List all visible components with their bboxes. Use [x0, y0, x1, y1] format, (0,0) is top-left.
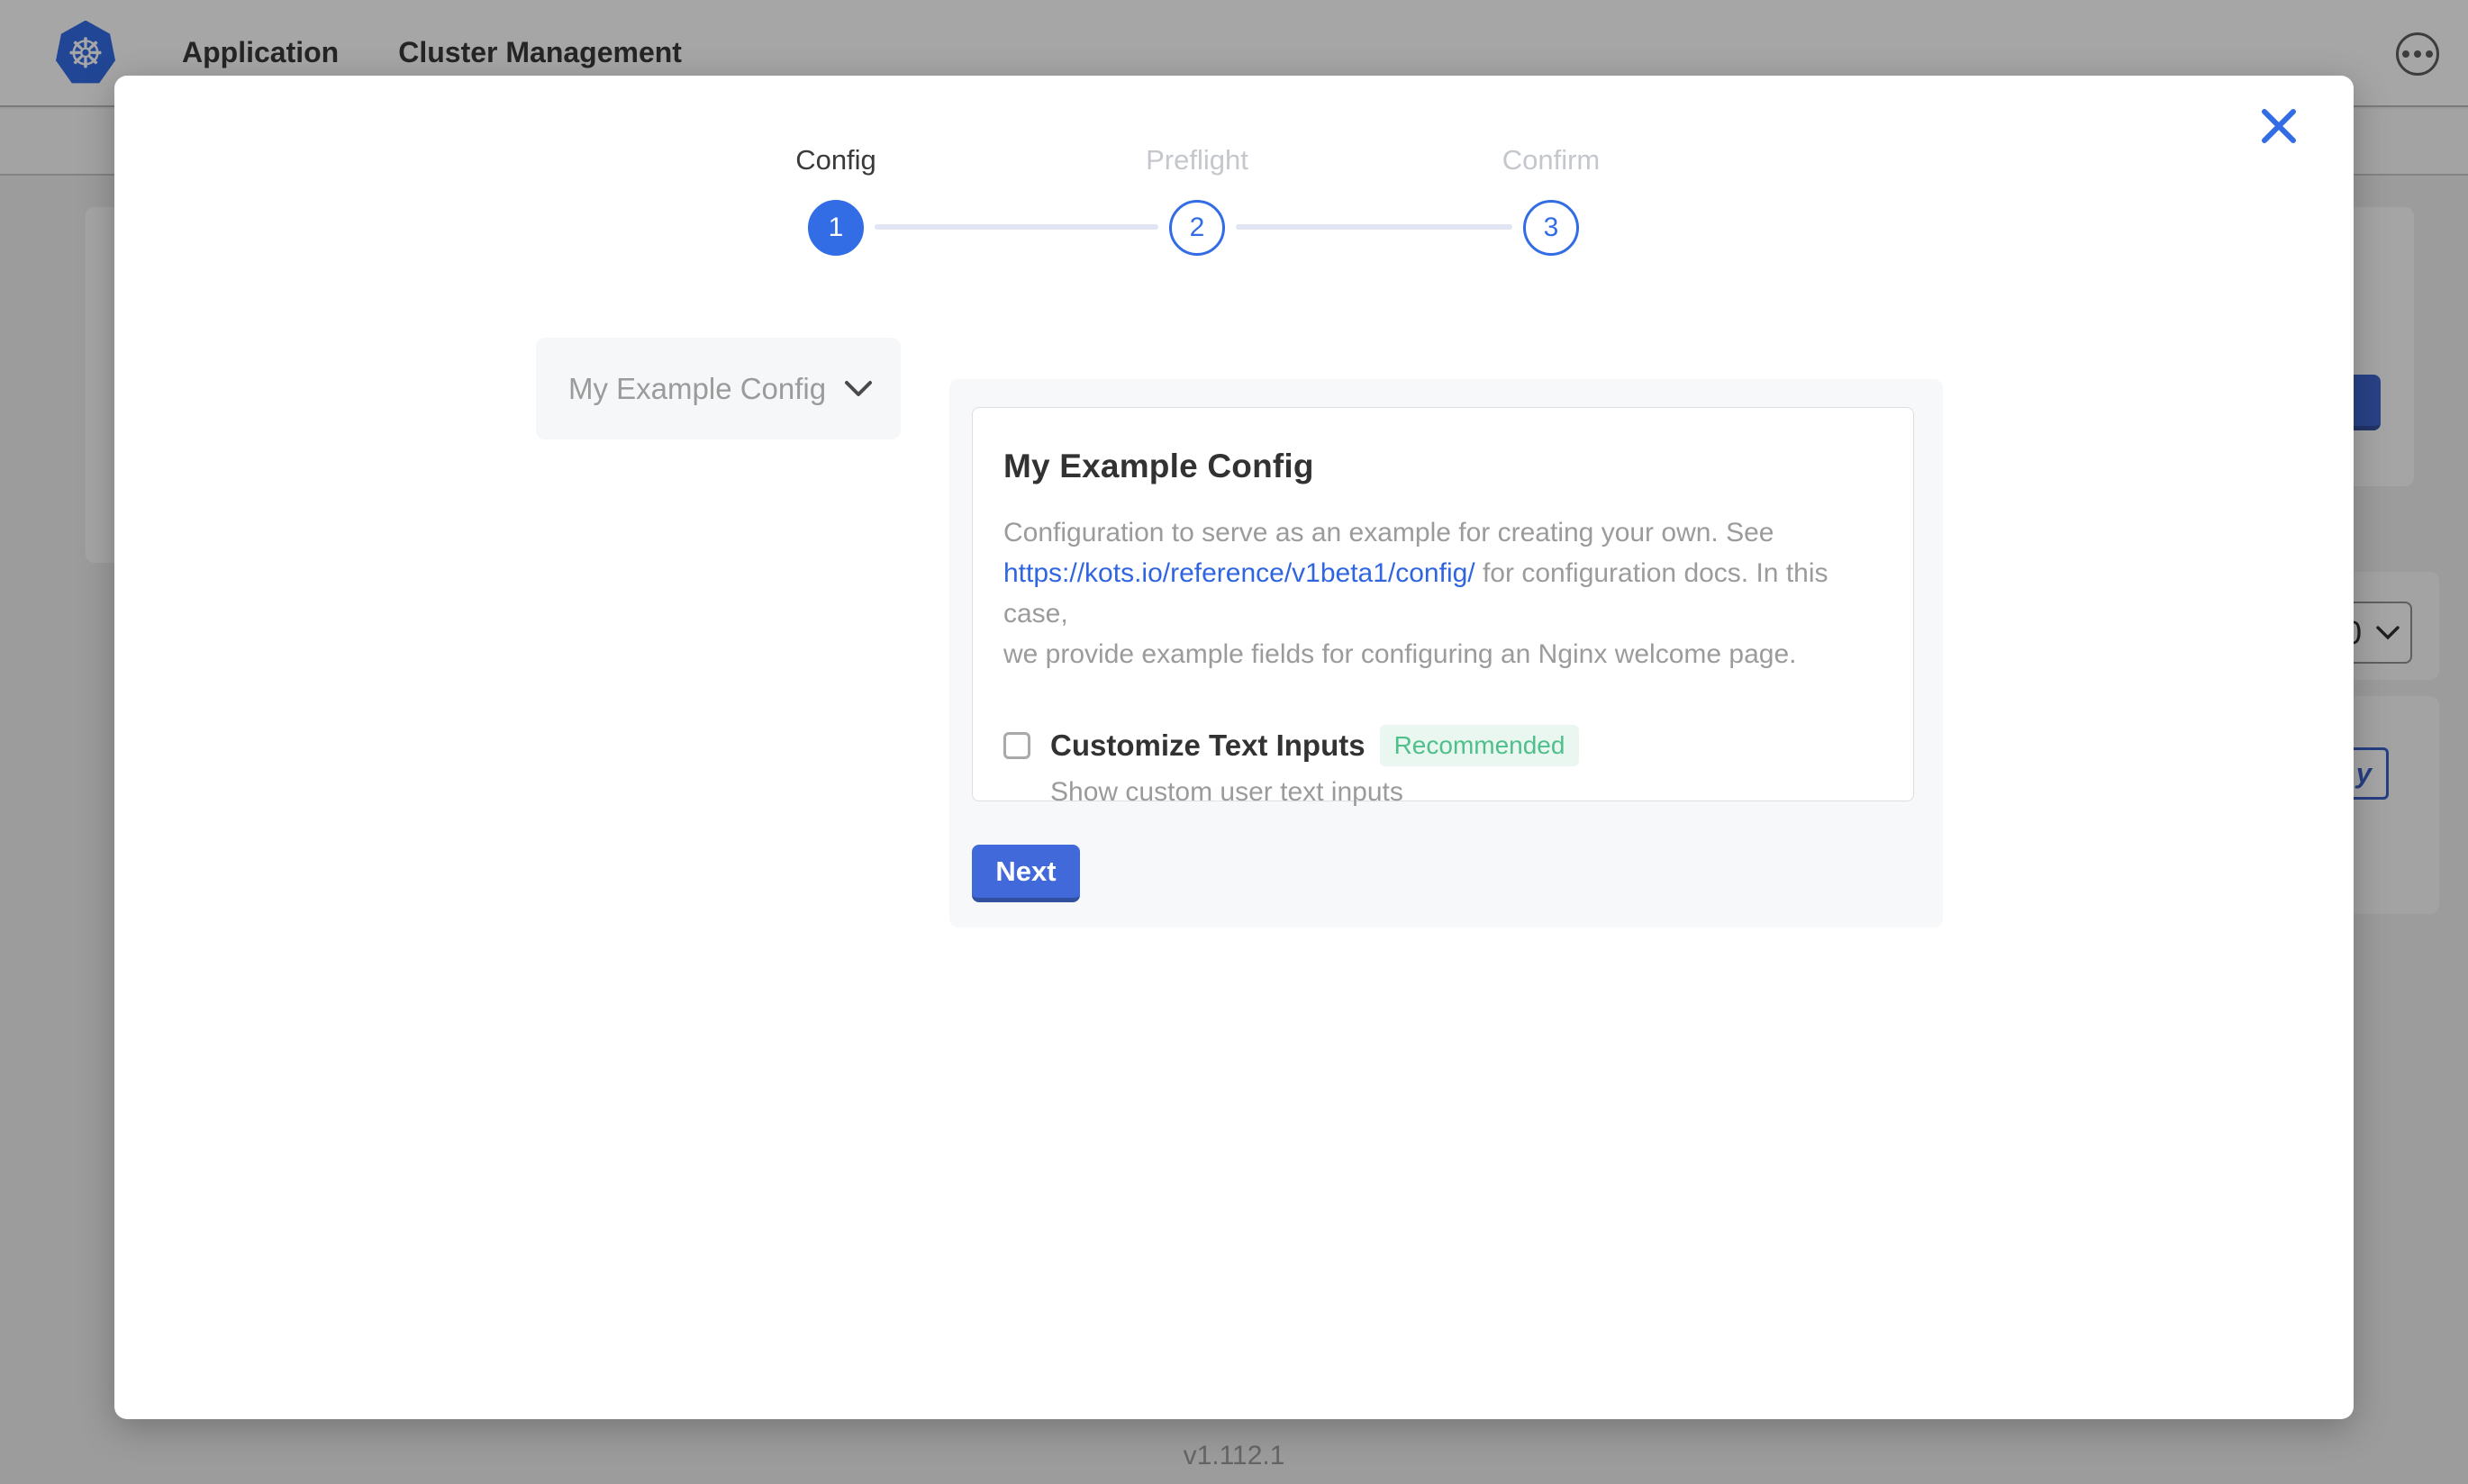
stepper-step-preflight: Preflight 2 — [1098, 144, 1296, 256]
step-indicator: 3 — [1523, 200, 1579, 256]
customize-text-inputs-checkbox[interactable] — [1003, 732, 1030, 759]
config-item-row: Customize Text Inputs Recommended — [1003, 725, 1872, 766]
config-docs-link[interactable]: https://kots.io/reference/v1beta1/config… — [1003, 558, 1475, 588]
step-indicator: 1 — [808, 200, 864, 256]
config-group-dropdown-label: My Example Config — [568, 372, 826, 406]
config-group-description: Configuration to serve as an example for… — [1003, 512, 1872, 674]
stepper-step-confirm: Confirm 3 — [1452, 144, 1650, 256]
config-group-dropdown[interactable]: My Example Config — [536, 338, 901, 439]
step-indicator: 2 — [1169, 200, 1225, 256]
step-label: Confirm — [1452, 144, 1650, 176]
chevron-down-icon — [844, 380, 873, 398]
description-text: we provide example fields for configurin… — [1003, 639, 1796, 669]
description-text: Configuration to serve as an example for… — [1003, 518, 1774, 547]
config-panel: My Example Config Configuration to serve… — [949, 379, 1943, 928]
step-label: Preflight — [1098, 144, 1296, 176]
page: ☸ Application Cluster Management 0 y v1.… — [0, 0, 2468, 1484]
config-group-title: My Example Config — [1003, 448, 1872, 485]
recommended-badge: Recommended — [1380, 725, 1580, 766]
next-button[interactable]: Next — [972, 845, 1080, 902]
config-item-label: Customize Text Inputs — [1050, 728, 1366, 763]
close-icon[interactable] — [2257, 104, 2300, 148]
config-item-help-text: Show custom user text inputs — [1050, 777, 1872, 808]
stepper-step-config: Config 1 — [737, 144, 935, 256]
config-wizard-modal: Config 1 Preflight 2 Confirm 3 My Exampl… — [114, 76, 2354, 1419]
step-label: Config — [737, 144, 935, 176]
config-group-card: My Example Config Configuration to serve… — [972, 407, 1914, 801]
